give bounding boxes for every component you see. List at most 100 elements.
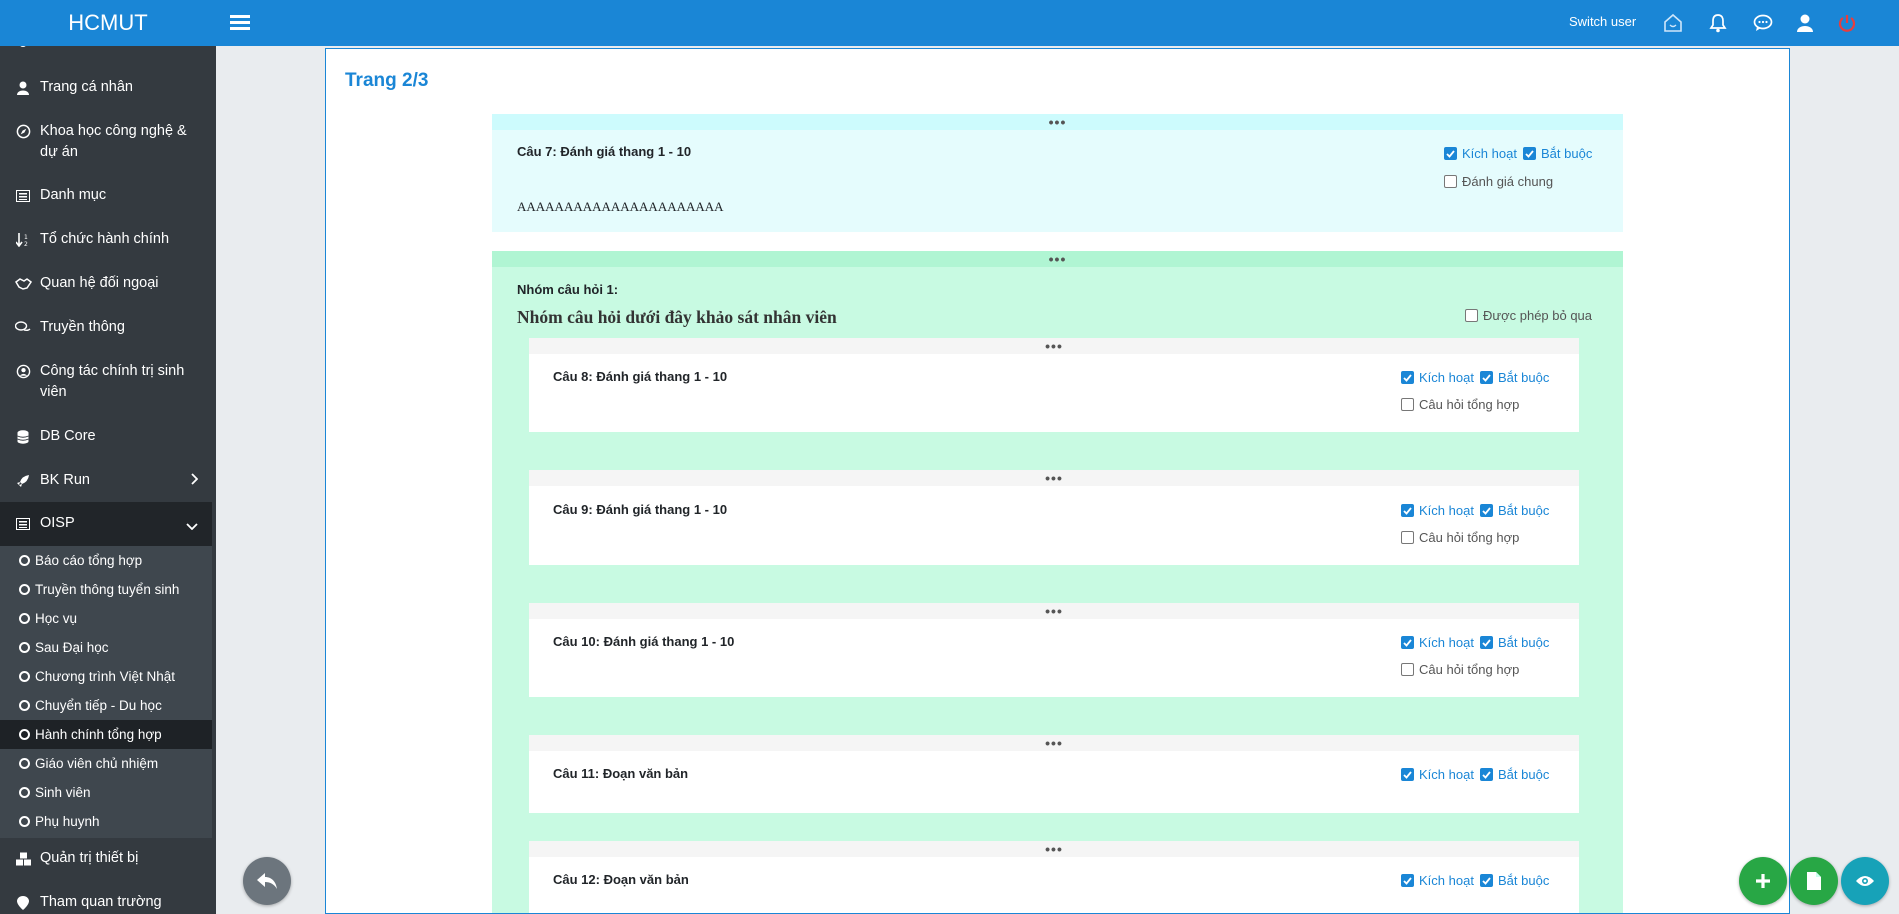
circle-icon — [19, 816, 30, 827]
checkbox-label: Bắt buộc — [1541, 146, 1593, 161]
comments-icon — [12, 317, 34, 338]
rocket-icon — [12, 470, 34, 491]
oisp-child-label: Sau Đại học — [35, 640, 109, 655]
chevron-right-icon — [190, 470, 199, 491]
active-checkbox[interactable]: Kích hoạt — [1444, 146, 1517, 161]
oisp-child-student[interactable]: Sinh viên — [0, 778, 212, 807]
summary-question-checkbox[interactable]: Câu hỏi tổng hợp — [1401, 397, 1519, 412]
oisp-child-label: Phụ huynh — [35, 814, 100, 829]
sidebar-item-foreign-relations[interactable]: Quan hệ đối ngoại — [0, 273, 212, 294]
oisp-child-academic[interactable]: Học vụ — [0, 604, 212, 633]
checkbox-box — [1444, 175, 1457, 188]
check-icon — [1401, 768, 1414, 781]
required-checkbox[interactable]: Bắt buộc — [1480, 370, 1549, 385]
drag-handle[interactable]: ••• — [529, 735, 1579, 751]
check-icon — [1401, 371, 1414, 384]
checkbox-box — [1401, 663, 1414, 676]
drag-handle[interactable]: ••• — [492, 251, 1623, 267]
drag-handle[interactable]: ••• — [529, 841, 1579, 857]
required-checkbox[interactable]: Bắt buộc — [1480, 767, 1549, 782]
home-icon[interactable] — [1660, 10, 1686, 36]
bell-icon[interactable] — [1705, 10, 1731, 36]
switch-user-link[interactable]: Switch user — [1569, 14, 1636, 29]
oisp-child-transfer-abroad[interactable]: Chuyển tiếp - Du học — [0, 691, 212, 720]
oisp-child-vn-jp-program[interactable]: Chương trình Việt Nhật — [0, 662, 212, 691]
oisp-child-report[interactable]: Báo cáo tổng hợp — [0, 546, 212, 575]
active-checkbox[interactable]: Kích hoạt — [1401, 370, 1474, 385]
group-label: Nhóm câu hỏi 1: — [517, 282, 619, 297]
sidebar-item-oisp[interactable]: OISP — [0, 502, 212, 546]
checkbox-label: Bắt buộc — [1498, 503, 1550, 518]
checkbox-label: Bắt buộc — [1498, 767, 1550, 782]
sidebar-item-campus-tour[interactable]: Tham quan trường — [0, 892, 212, 913]
app-root: HCMUT Cấu hình Trang cá nhân Khoa học cô… — [0, 0, 1899, 914]
checkbox-label: Câu hỏi tổng hợp — [1419, 662, 1520, 677]
summary-question-checkbox[interactable]: Câu hỏi tổng hợp — [1401, 530, 1519, 545]
sidebar-item-profile[interactable]: Trang cá nhân — [0, 77, 212, 98]
required-checkbox[interactable]: Bắt buộc — [1480, 635, 1549, 650]
oisp-child-postgraduate[interactable]: Sau Đại học — [0, 633, 212, 662]
file-icon — [1807, 872, 1821, 890]
checkbox-box — [1401, 531, 1414, 544]
circle-icon — [19, 671, 30, 682]
plus-icon — [1756, 874, 1770, 888]
chat-icon[interactable] — [1750, 10, 1776, 36]
power-icon[interactable] — [1834, 10, 1860, 36]
active-checkbox[interactable]: Kích hoạt — [1401, 503, 1474, 518]
check-icon — [1480, 874, 1493, 887]
question-card-10: ••• Câu 10: Đánh giá thang 1 - 10 Kích h… — [529, 603, 1579, 697]
oisp-child-parents[interactable]: Phụ huynh — [0, 807, 212, 836]
user-icon — [12, 77, 34, 98]
question-body-text: AAAAAAAAAAAAAAAAAAAAAA — [517, 199, 724, 214]
summary-question-checkbox[interactable]: Câu hỏi tổng hợp — [1401, 662, 1519, 677]
question-title: Câu 7: Đánh giá thang 1 - 10 — [517, 144, 692, 159]
drag-handle[interactable]: ••• — [529, 603, 1579, 619]
user-circle-icon — [12, 361, 34, 382]
preview-button[interactable] — [1841, 857, 1889, 905]
circle-icon — [19, 555, 30, 566]
topbar: Switch user — [216, 0, 1899, 46]
required-checkbox[interactable]: Bắt buộc — [1480, 873, 1549, 888]
survey-page-panel: Trang 2/3 ••• Câu 7: Đánh giá thang 1 - … — [325, 48, 1790, 914]
checkbox-label: Kích hoạt — [1419, 503, 1474, 518]
back-button[interactable] — [243, 857, 291, 905]
sidebar-item-label: Truyền thông — [40, 319, 125, 335]
sidebar-item-device-admin[interactable]: Quản trị thiết bị — [0, 848, 212, 869]
document-button[interactable] — [1790, 857, 1838, 905]
general-evaluation-checkbox[interactable]: Đánh giá chung — [1444, 174, 1553, 189]
brand-logo[interactable]: HCMUT — [0, 0, 216, 46]
allow-skip-checkbox[interactable]: Được phép bỏ qua — [1465, 308, 1592, 323]
active-checkbox[interactable]: Kích hoạt — [1401, 873, 1474, 888]
required-checkbox[interactable]: Bắt buộc — [1523, 146, 1592, 161]
oisp-child-general-admin[interactable]: Hành chính tổng hợp — [0, 720, 212, 749]
oisp-child-homeroom-teacher[interactable]: Giáo viên chủ nhiệm — [0, 749, 212, 778]
sidebar-item-db-core[interactable]: DB Core — [0, 426, 212, 447]
active-checkbox[interactable]: Kích hoạt — [1401, 635, 1474, 650]
checkbox-label: Kích hoạt — [1419, 635, 1474, 650]
sidebar-item-label: Tổ chức hành chính — [40, 231, 170, 247]
active-checkbox[interactable]: Kích hoạt — [1401, 767, 1474, 782]
drag-handle[interactable]: ••• — [529, 338, 1579, 354]
sidebar-item-science[interactable]: Khoa học công nghệ & dự án — [0, 121, 212, 163]
chevron-down-icon — [186, 515, 198, 536]
oisp-child-label: Hành chính tổng hợp — [35, 727, 162, 742]
hamburger-menu-icon[interactable] — [228, 12, 252, 34]
oisp-child-admission-media[interactable]: Truyền thông tuyển sinh — [0, 575, 212, 604]
check-icon — [1401, 636, 1414, 649]
circle-icon — [19, 787, 30, 798]
sidebar-item-media[interactable]: Truyền thông — [0, 317, 212, 338]
circle-icon — [19, 613, 30, 624]
required-checkbox[interactable]: Bắt buộc — [1480, 503, 1549, 518]
user-account-icon[interactable] — [1792, 10, 1818, 36]
drag-handle[interactable]: ••• — [492, 114, 1623, 130]
add-button[interactable] — [1739, 857, 1787, 905]
sidebar-item-student-affairs[interactable]: Công tác chính trị sinh viên — [0, 361, 212, 403]
drag-handle[interactable]: ••• — [529, 470, 1579, 486]
sidebar-item-catalog[interactable]: Danh mục — [0, 185, 212, 206]
svg-text:1: 1 — [24, 234, 28, 241]
sidebar-item-bk-run[interactable]: BK Run — [0, 470, 212, 491]
sidebar-item-label: BK Run — [40, 472, 90, 488]
brand-name: HCMUT — [68, 10, 148, 35]
oisp-child-label: Sinh viên — [35, 785, 91, 800]
sidebar-item-admin-org[interactable]: 12 Tổ chức hành chính — [0, 229, 212, 250]
